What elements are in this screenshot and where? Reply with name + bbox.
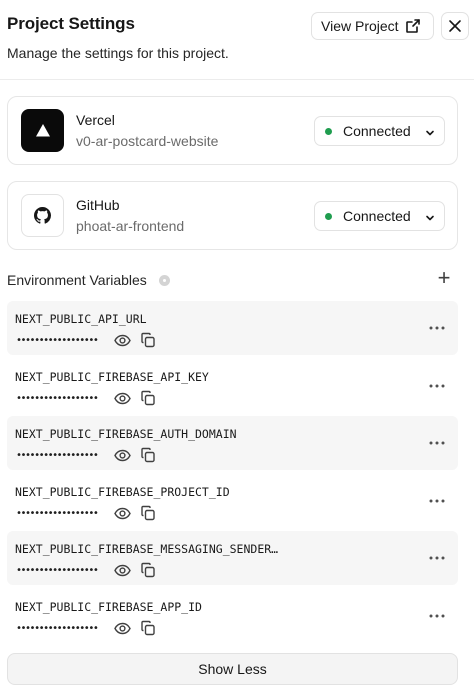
add-variable-button[interactable]: + xyxy=(435,267,453,290)
env-section-header: Environment Variables + xyxy=(7,267,459,292)
env-variable-masked-value: •••••••••••••••••• xyxy=(16,450,99,461)
env-variable-key: NEXT_PUBLIC_FIREBASE_APP_ID xyxy=(15,600,202,614)
github-icon xyxy=(21,194,64,237)
eye-icon[interactable] xyxy=(114,506,131,521)
eye-icon[interactable] xyxy=(114,621,131,636)
more-options-icon[interactable] xyxy=(427,494,447,508)
more-options-icon[interactable] xyxy=(427,551,447,565)
env-variable-masked-value: •••••••••••••••••• xyxy=(16,565,99,576)
env-variable-masked-value: •••••••••••••••••• xyxy=(16,335,99,346)
env-variable-row: NEXT_PUBLIC_FIREBASE_AUTH_DOMAIN ••••••••… xyxy=(7,416,458,470)
external-link-icon xyxy=(405,18,421,34)
view-project-label: View Project xyxy=(321,18,399,34)
more-options-icon[interactable] xyxy=(427,436,447,450)
close-button[interactable] xyxy=(441,12,469,40)
more-options-icon[interactable] xyxy=(427,321,447,335)
copy-icon[interactable] xyxy=(140,447,156,463)
env-variable-row: NEXT_PUBLIC_FIREBASE_APP_ID •••••••••••••… xyxy=(7,589,458,643)
chevron-down-icon xyxy=(424,211,436,223)
integration-card-github: GitHub phoat-ar-frontend Connected xyxy=(7,181,458,250)
env-variable-key: NEXT_PUBLIC_FIREBASE_API_KEY xyxy=(15,370,209,384)
page-subtitle: Manage the settings for this project. xyxy=(7,45,229,61)
connection-status-dropdown[interactable]: Connected xyxy=(314,201,445,231)
integration-project: v0-ar-postcard-website xyxy=(76,133,219,149)
integration-project: phoat-ar-frontend xyxy=(76,218,185,234)
env-variable-key: NEXT_PUBLIC_FIREBASE_MESSAGING_SENDER… xyxy=(15,542,279,556)
integration-name: Vercel xyxy=(76,112,115,128)
env-variable-masked-value: •••••••••••••••••• xyxy=(16,393,99,404)
env-section-title: Environment Variables xyxy=(7,272,147,288)
eye-icon[interactable] xyxy=(114,391,131,406)
info-icon[interactable] xyxy=(159,275,170,286)
status-label: Connected xyxy=(343,123,411,139)
status-label: Connected xyxy=(343,208,411,224)
integration-card-vercel: Vercel v0-ar-postcard-website Connected xyxy=(7,96,458,165)
view-project-button[interactable]: View Project xyxy=(311,12,434,40)
eye-icon[interactable] xyxy=(114,448,131,463)
eye-icon[interactable] xyxy=(114,333,131,348)
chevron-down-icon xyxy=(424,126,436,138)
env-variable-row: NEXT_PUBLIC_API_URL •••••••••••••••••• xyxy=(7,301,458,355)
env-variable-row: NEXT_PUBLIC_FIREBASE_PROJECT_ID •••••••••… xyxy=(7,474,458,528)
copy-icon[interactable] xyxy=(140,332,156,348)
copy-icon[interactable] xyxy=(140,390,156,406)
copy-icon[interactable] xyxy=(140,505,156,521)
env-variable-row: NEXT_PUBLIC_FIREBASE_MESSAGING_SENDER… ••… xyxy=(7,531,458,585)
status-dot xyxy=(325,212,332,220)
env-variable-masked-value: •••••••••••••••••• xyxy=(16,508,99,519)
integration-name: GitHub xyxy=(76,197,120,213)
more-options-icon[interactable] xyxy=(427,379,447,393)
vercel-triangle-icon xyxy=(21,109,64,152)
env-variable-row: NEXT_PUBLIC_FIREBASE_API_KEY ••••••••••••… xyxy=(7,359,458,413)
connection-status-dropdown[interactable]: Connected xyxy=(314,116,445,146)
copy-icon[interactable] xyxy=(140,562,156,578)
env-variable-masked-value: •••••••••••••••••• xyxy=(16,623,99,634)
env-variable-key: NEXT_PUBLIC_FIREBASE_AUTH_DOMAIN xyxy=(15,427,237,441)
close-icon xyxy=(448,19,462,33)
env-variable-key: NEXT_PUBLIC_API_URL xyxy=(15,312,147,326)
status-dot xyxy=(325,127,332,135)
copy-icon[interactable] xyxy=(140,620,156,636)
more-options-icon[interactable] xyxy=(427,609,447,623)
page-title: Project Settings xyxy=(7,14,135,33)
show-less-button[interactable]: Show Less xyxy=(7,653,458,685)
env-variable-key: NEXT_PUBLIC_FIREBASE_PROJECT_ID xyxy=(15,485,230,499)
settings-header: Project Settings Manage the settings for… xyxy=(0,0,474,80)
eye-icon[interactable] xyxy=(114,563,131,578)
